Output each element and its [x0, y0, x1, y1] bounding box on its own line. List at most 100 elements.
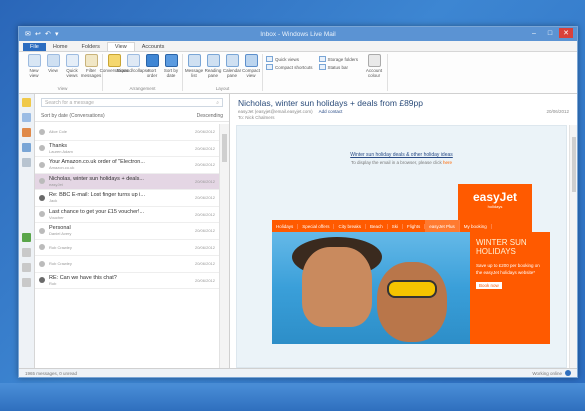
status-bar-toggle[interactable]: Status bar — [318, 64, 359, 70]
sort-by-date-button[interactable]: Sort by date — [163, 54, 179, 78]
search-placeholder: Search for a message — [45, 100, 94, 106]
message-sender: Alice Cole — [49, 129, 68, 135]
reading-pane: Nicholas, winter sun holidays + deals fr… — [230, 94, 577, 368]
book-now-button[interactable]: Book now — [476, 282, 502, 289]
promo-nav-item[interactable]: Special offers — [298, 223, 335, 229]
list-item[interactable]: RE: Can we have this chat? Rob 20/06/2012 — [35, 273, 219, 289]
message-date: 20/06/2012 — [194, 261, 215, 267]
account-colour-button[interactable]: Account colour — [364, 54, 384, 91]
status-bar-label: Status bar — [327, 64, 349, 70]
list-item[interactable]: Rob Crawley 20/06/2012 — [35, 256, 219, 273]
message-date: 20/06/2012 — [194, 277, 215, 283]
add-icon[interactable] — [22, 233, 31, 242]
scrollbar-thumb[interactable] — [222, 134, 227, 162]
avatar — [39, 260, 45, 267]
calendar-icon — [225, 54, 239, 67]
new-view-button[interactable]: New view — [26, 54, 42, 78]
tab-view[interactable]: View — [106, 42, 135, 51]
message-sender: easyJet — [49, 181, 63, 187]
expand-collapse-button[interactable]: Expand/collapse — [116, 54, 150, 73]
calendar-pane-button[interactable]: Calendar pane — [222, 54, 242, 78]
message-list: Alice Cole 20/06/2012 Thanks Lauren Adam 20… — [35, 124, 219, 368]
list-item-selected[interactable]: Nicholas, winter sun holidays + deals...… — [35, 173, 219, 190]
sort-order-label: Sort order — [146, 68, 158, 78]
search-input[interactable]: Search for a message ⌕ — [41, 98, 223, 107]
tab-folders[interactable]: Folders — [75, 43, 107, 51]
tab-home[interactable]: Home — [46, 43, 75, 51]
window-title: Inbox - Windows Live Mail — [260, 30, 336, 38]
email-sender[interactable]: easyJet (easyjet@email.easyjet.com) — [238, 109, 313, 114]
list-item[interactable]: Re: BBC E-mail: Lost finger turns up i..… — [35, 190, 219, 207]
close-button[interactable]: ✕ — [559, 28, 573, 38]
ribbon: New view View Quick views Filter message… — [19, 52, 577, 94]
sort-order-button[interactable]: Sort order — [144, 54, 160, 78]
list-item[interactable]: Personal Daniel Avery 20/06/2012 — [35, 223, 219, 240]
desktop-background — [0, 383, 585, 411]
promo-nav-item[interactable]: Holidays — [272, 223, 299, 229]
promo-nav-item[interactable]: City breaks — [334, 223, 366, 229]
feeds-icon[interactable] — [22, 143, 31, 152]
filter-messages-button[interactable]: Filter messages — [81, 54, 101, 78]
promo-nav-item[interactable]: Ski — [388, 223, 403, 229]
newsgroups-icon[interactable] — [22, 158, 31, 167]
sort-direction-dropdown[interactable]: Descending — [197, 113, 223, 119]
reply-arrow-icon — [39, 194, 45, 201]
reading-pane-icon — [206, 54, 220, 67]
compact-view-label: Compact view — [242, 68, 261, 78]
tab-file[interactable]: File — [23, 43, 46, 51]
quick-views-button[interactable]: Quick views — [64, 54, 80, 78]
quick-views-toggle[interactable]: Quick views — [266, 56, 313, 62]
message-sender: Rob Crawley — [49, 244, 72, 250]
promo-nav-item[interactable]: easyJet Plus — [425, 220, 460, 232]
list-item[interactable]: Thanks Lauren Adam 20/06/2012 — [35, 141, 219, 157]
compact-shortcuts-toggle[interactable]: Compact shortcuts — [266, 64, 313, 70]
storage-folders-label: Storage folders — [327, 56, 359, 62]
ribbon-group-layout: Message list Reading pane Calendar pane … — [183, 54, 263, 91]
message-list-scrollbar[interactable] — [219, 124, 229, 368]
list-item[interactable]: Alice Cole 20/06/2012 — [35, 124, 219, 141]
calendar-pane-label: Calendar pane — [222, 68, 242, 78]
promo-nav-item[interactable]: Beach — [366, 223, 388, 229]
tab-accounts[interactable]: Accounts — [135, 43, 172, 51]
promo-nav-item[interactable]: Flights — [403, 223, 426, 229]
outbox-icon[interactable] — [22, 263, 31, 272]
contacts-icon[interactable] — [22, 128, 31, 137]
message-sender: Lauren Adam — [49, 148, 73, 154]
maximize-button[interactable]: □ — [543, 28, 557, 38]
message-date: 20/06/2012 — [194, 145, 215, 151]
message-sender: Voucher — [49, 214, 64, 220]
calendar-icon[interactable] — [22, 113, 31, 122]
avatar — [39, 128, 45, 135]
promo-nav-item[interactable]: My booking — [460, 223, 492, 229]
list-item[interactable]: Your Amazon.co.uk order of "Electron... A… — [35, 157, 219, 174]
sort-by-dropdown[interactable]: Sort by date (Conversations) — [41, 113, 105, 119]
compact-view-button[interactable]: Compact view — [242, 54, 261, 78]
reading-pane-scrollbar[interactable] — [569, 125, 577, 368]
email-date: 20/06/2012 — [546, 109, 569, 114]
view-button[interactable]: View — [45, 54, 61, 73]
minimize-button[interactable]: – — [527, 28, 541, 38]
message-sender: Rob — [49, 280, 57, 286]
promo-panel: WINTER SUN HOLIDAYS Save up to £200 per … — [470, 232, 550, 344]
easyjet-logo[interactable]: easyJet holidays — [458, 184, 532, 220]
quick-views-label: Quick views — [66, 68, 78, 78]
add-contact-link[interactable]: Add contact — [319, 109, 343, 114]
search-icon[interactable]: ⌕ — [216, 100, 219, 106]
email-subject: Nicholas, winter sun holidays + deals fr… — [238, 98, 423, 108]
storage-folders-toggle[interactable]: Storage folders — [318, 56, 359, 62]
quick-views-icon — [65, 54, 79, 67]
promo-headline-link[interactable]: Winter sun holiday deals & other holiday… — [237, 152, 566, 158]
list-item[interactable]: Last chance to get your £15 voucher!... V… — [35, 207, 219, 223]
reading-pane-button[interactable]: Reading pane — [205, 54, 221, 78]
drafts-icon[interactable] — [22, 278, 31, 287]
main-content: Search for a message ⌕ Sort by date (Con… — [19, 94, 577, 368]
list-item[interactable]: Rob Crawley 20/06/2012 — [35, 240, 219, 256]
sort-by-date-label: Sort by date — [163, 68, 179, 78]
browser-view-link[interactable]: here — [443, 160, 452, 165]
message-list-button[interactable]: Message list — [185, 54, 203, 78]
status-bar: 1965 messages, 0 unread Working online — [19, 368, 577, 377]
mail-icon[interactable] — [22, 98, 31, 107]
folder-icon[interactable] — [22, 248, 31, 257]
scrollbar-thumb[interactable] — [572, 137, 576, 192]
checkbox-icon — [266, 64, 273, 70]
